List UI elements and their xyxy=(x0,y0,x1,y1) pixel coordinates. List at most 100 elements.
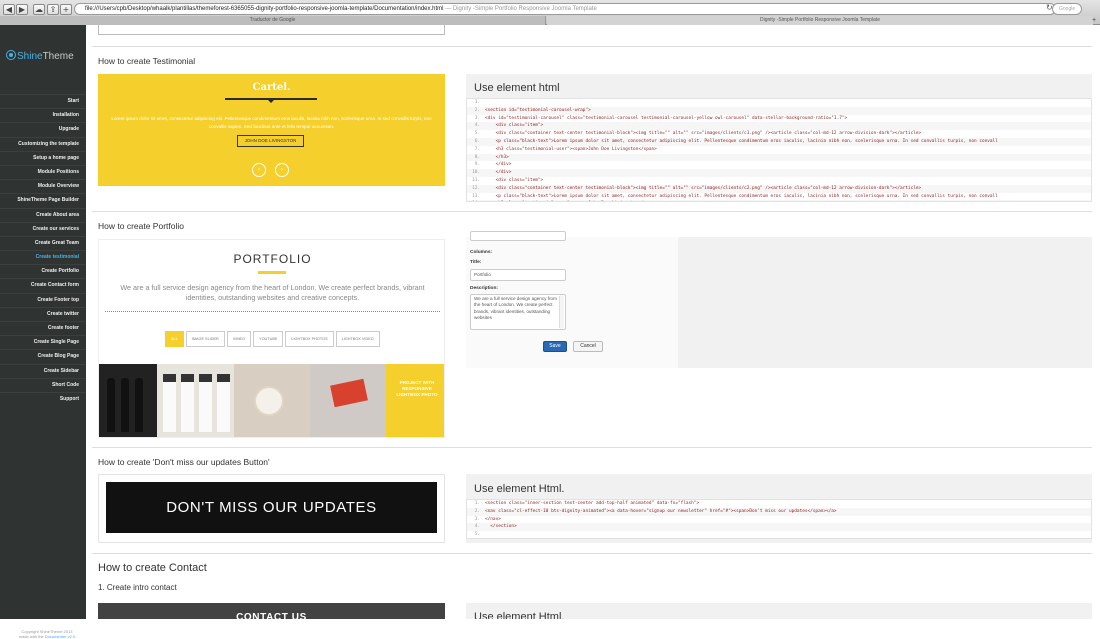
portfolio-filter-button[interactable]: IMAGE SLIDER xyxy=(185,331,225,347)
testimonial-brand: Cartel. xyxy=(252,82,291,93)
portfolio-filter-button[interactable]: VIMEO xyxy=(226,331,252,347)
sidebar-item[interactable]: Create twitter xyxy=(0,306,86,321)
sidebar-item[interactable]: Upgrade xyxy=(0,122,86,136)
tile-caption: PROJECT WITH RESPONSIVE LIGHTBOX PHOTO xyxy=(396,380,438,397)
line-number: 4. xyxy=(474,524,480,530)
code-text: <p class="black-text">Lorem ipsum dolor … xyxy=(485,138,998,144)
portfolio-tile-cards[interactable] xyxy=(310,364,386,437)
logo-brand: Theme xyxy=(42,51,74,62)
code-block[interactable]: 1. <section class="inner-section text-cen… xyxy=(466,499,1092,539)
sidebar-item[interactable]: Support xyxy=(0,391,86,406)
code-line: 14. <h3 class="testimonial-user"><span>J… xyxy=(467,200,1091,201)
sidebar-item[interactable]: Customizing the template xyxy=(0,136,86,151)
logo-prefix: S xyxy=(17,51,24,62)
sidebar-item[interactable]: Create Footer top xyxy=(0,292,86,307)
code-text: <div id="testimonial-carousel" class="te… xyxy=(485,115,848,121)
add-bookmark-button[interactable]: + xyxy=(60,4,72,15)
save-button[interactable]: Save xyxy=(543,341,567,352)
line-number: 11. xyxy=(472,177,480,183)
back-button[interactable]: ◀ xyxy=(3,4,15,15)
code-line: 4. </section> xyxy=(467,523,1091,532)
description-textarea[interactable]: We are a full service design agency from… xyxy=(470,294,566,330)
logo-mid: hine xyxy=(23,51,43,62)
code-line: 1. xyxy=(467,99,1091,107)
cancel-button[interactable]: Cancel xyxy=(573,341,603,352)
url-input[interactable]: file:///Users/cpb/Desktop/whaalk/plantil… xyxy=(74,3,1056,15)
portfolio-form-panel: Columns: Title: Portfolio Description: W… xyxy=(466,231,1092,368)
code-line: 4. <div class="item"> xyxy=(467,122,1091,131)
prev-arrow-icon[interactable]: ‹ xyxy=(252,163,266,177)
code-block[interactable]: 1. 2. <section id="testimonial-carousel-wr… xyxy=(466,98,1092,202)
line-number: 5. xyxy=(474,131,480,137)
portfolio-form: Columns: Title: Portfolio Description: W… xyxy=(466,231,678,368)
dotted-divider xyxy=(105,311,440,313)
code-text: <div class="item"> xyxy=(485,123,544,129)
url-page-title: — Dignity -Simple Portfolio Responsive J… xyxy=(445,6,597,12)
sidebar-item[interactable]: Create Blog Page xyxy=(0,349,86,363)
cloud-icon[interactable]: ☁ xyxy=(33,4,45,15)
sidebar-item[interactable]: Create testimonial xyxy=(0,250,86,264)
bottle-shape xyxy=(107,378,115,432)
description-label: Description: xyxy=(470,286,498,291)
select-field[interactable] xyxy=(470,231,566,241)
divider xyxy=(92,447,1092,448)
code-line: 6. <p class="black-text">Lorem ipsum dol… xyxy=(467,137,1091,146)
portfolio-filter-button[interactable]: LIGHTBOX VIDEO xyxy=(335,331,380,347)
copyright: Copyright ShineTheme 2013 made with the … xyxy=(10,629,84,639)
title-input[interactable]: Portfolio xyxy=(470,269,566,281)
box-shape xyxy=(217,374,230,432)
portfolio-filter-button[interactable]: YOUTUBE xyxy=(253,331,284,347)
contact-subtitle: 1. Create intro contact xyxy=(98,583,177,592)
card-shape xyxy=(330,378,368,408)
sidebar-item[interactable]: Create Portfolio xyxy=(0,264,86,278)
forward-button[interactable]: ▶ xyxy=(16,4,28,15)
search-input[interactable]: Google xyxy=(1052,3,1082,15)
portfolio-tile-bottles[interactable] xyxy=(99,364,157,437)
columns-label: Columns: xyxy=(470,250,493,255)
sidebar-item[interactable]: Installation xyxy=(0,108,86,122)
sidebar-item[interactable]: Setup a home page xyxy=(0,150,86,165)
divider xyxy=(92,553,1092,554)
code-text: <h3 class="testimonial-user"><span>John … xyxy=(485,146,657,152)
sidebar-item[interactable]: Module Positions xyxy=(0,164,86,179)
next-arrow-icon[interactable]: › xyxy=(275,163,289,177)
sidebar-item[interactable]: Create footer xyxy=(0,321,86,335)
new-tab-button[interactable]: + xyxy=(1092,16,1096,25)
sidebar-item[interactable]: Create About area xyxy=(0,207,86,222)
arrow-down-icon xyxy=(267,99,275,103)
textarea-scrollbar[interactable] xyxy=(559,296,564,328)
portfolio-grid: PROJECT WITH RESPONSIVE LIGHTBOX PHOTO xyxy=(99,364,444,437)
divider xyxy=(92,46,1092,47)
code-text: <nav class="cl-effect-10 bts-dignity-ani… xyxy=(485,508,837,514)
sidebar-item[interactable]: Create Great Team xyxy=(0,235,86,250)
portfolio-tile-disc[interactable] xyxy=(234,364,310,437)
line-number: 13. xyxy=(472,193,480,199)
portfolio-heading: PORTFOLIO xyxy=(233,252,312,266)
portfolio-tile-boxes[interactable] xyxy=(157,364,234,437)
sidebar-item[interactable]: Create Sidebar xyxy=(0,363,86,378)
line-number: 1. xyxy=(474,100,480,105)
sidebar-item[interactable]: ShineTheme Page Builder xyxy=(0,193,86,207)
portfolio-tile-lightbox[interactable]: PROJECT WITH RESPONSIVE LIGHTBOX PHOTO xyxy=(386,364,444,437)
sidebar-item[interactable]: Module Overview xyxy=(0,179,86,193)
sidebar-item[interactable]: Short Code xyxy=(0,377,86,392)
documenter-link[interactable]: Documenter v2.0 xyxy=(45,634,75,639)
share-button[interactable]: ⇪ xyxy=(47,4,59,15)
portfolio-filter-button[interactable]: LIGHTBOX PHOTOS xyxy=(285,331,334,347)
sidebar-item[interactable]: Create Contact form xyxy=(0,278,86,292)
code-text: <div class="container text-center testim… xyxy=(485,185,922,191)
contact-banner: CONTACT US xyxy=(98,603,445,619)
code-text: <div class="item"> xyxy=(485,177,544,183)
sidebar-item[interactable]: Create Single Page xyxy=(0,335,86,349)
previous-image-bottom xyxy=(98,25,445,35)
tab-google-translate[interactable]: Traductor de Google xyxy=(0,16,546,25)
updates-section-title: How to create 'Don't miss our updates Bu… xyxy=(98,457,270,467)
sidebar-item[interactable]: Create our services xyxy=(0,221,86,236)
sidebar-item[interactable]: Start xyxy=(0,94,86,108)
code-title: Use element Html. xyxy=(474,483,565,495)
tab-dignity[interactable]: Dignity -Simple Portfolio Responsive Joo… xyxy=(547,16,1093,25)
line-number: 1. xyxy=(474,501,480,506)
logo[interactable]: ShineTheme xyxy=(6,50,74,62)
portfolio-filter-button[interactable]: ALL xyxy=(165,331,184,347)
line-number: 9. xyxy=(474,162,480,168)
